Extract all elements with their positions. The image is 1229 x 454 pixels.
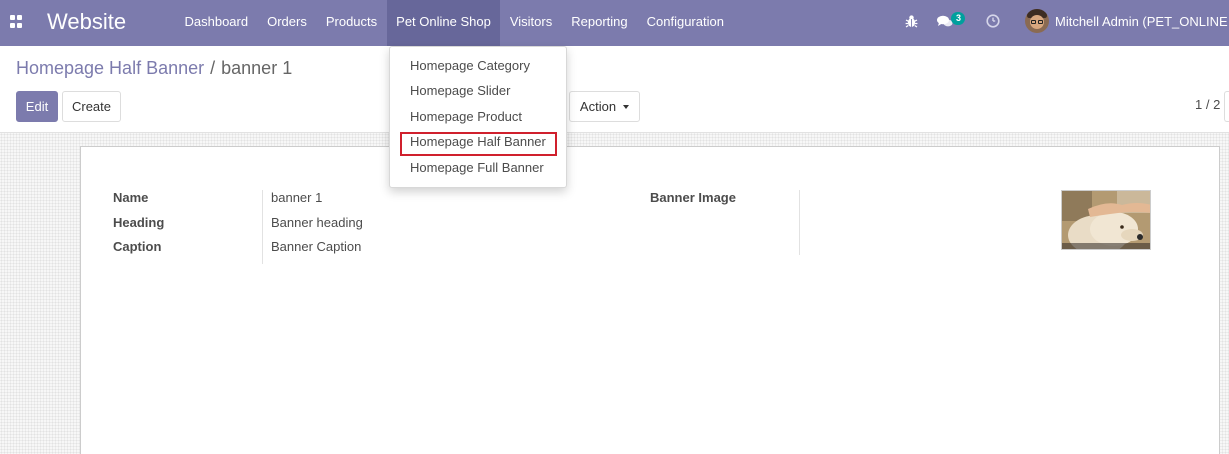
heading-field-value: Banner heading (271, 215, 363, 230)
caption-field-label: Caption (113, 239, 162, 254)
create-button[interactable]: Create (62, 91, 121, 122)
top-navbar: Website Dashboard Orders Products Pet On… (0, 0, 1229, 46)
breadcrumb-current: banner 1 (221, 58, 293, 78)
messages-count-badge: 3 (951, 12, 966, 25)
main-menu: Dashboard Orders Products Pet Online Sho… (175, 0, 733, 46)
breadcrumb-separator: / (210, 58, 216, 78)
dropdown-item-homepage-category[interactable]: Homepage Category (390, 53, 566, 78)
image-column-divider (799, 190, 800, 255)
name-field-value: banner 1 (271, 190, 323, 205)
menu-item-orders[interactable]: Orders (258, 0, 317, 46)
heading-field-label: Heading (113, 215, 165, 230)
action-button-label: Action (579, 99, 617, 114)
apps-menu-icon[interactable] (10, 15, 24, 29)
menu-item-pet-online-shop[interactable]: Pet Online Shop (386, 0, 501, 46)
clock-icon[interactable] (986, 14, 1000, 28)
menu-item-visitors[interactable]: Visitors (500, 0, 561, 46)
menu-item-configuration[interactable]: Configuration (637, 0, 733, 46)
user-menu-name[interactable]: Mitchell Admin (PET_ONLINE (1055, 14, 1228, 29)
edit-button[interactable]: Edit (16, 91, 58, 122)
breadcrumb: Homepage Half Banner / banner 1 (16, 58, 292, 79)
label-column-divider (262, 190, 263, 264)
breadcrumb-parent-link[interactable]: Homepage Half Banner (16, 58, 204, 78)
menu-item-products[interactable]: Products (316, 0, 386, 46)
dropdown-item-homepage-full-banner[interactable]: Homepage Full Banner (390, 155, 566, 180)
dropdown-item-homepage-half-banner[interactable]: Homepage Half Banner (390, 129, 566, 154)
banner-image-label: Banner Image (650, 190, 736, 205)
pet-online-shop-dropdown: Homepage Category Homepage Slider Homepa… (389, 46, 567, 188)
caption-field-value: Banner Caption (271, 239, 362, 254)
menu-item-dashboard[interactable]: Dashboard (175, 0, 258, 46)
banner-image-thumbnail[interactable] (1061, 190, 1151, 250)
app-brand-title[interactable]: Website (47, 9, 126, 35)
dropdown-item-homepage-product[interactable]: Homepage Product (390, 104, 566, 129)
name-field-label: Name (113, 190, 149, 205)
caret-down-icon (623, 105, 630, 109)
pager-value[interactable]: 1 / 2 (1195, 97, 1220, 112)
action-dropdown-button[interactable]: Action (569, 91, 640, 122)
menu-item-reporting[interactable]: Reporting (562, 0, 637, 46)
bug-icon[interactable] (905, 14, 918, 28)
user-avatar[interactable] (1025, 9, 1049, 33)
pager-previous-button[interactable] (1224, 91, 1229, 122)
dropdown-item-homepage-slider[interactable]: Homepage Slider (390, 78, 566, 103)
